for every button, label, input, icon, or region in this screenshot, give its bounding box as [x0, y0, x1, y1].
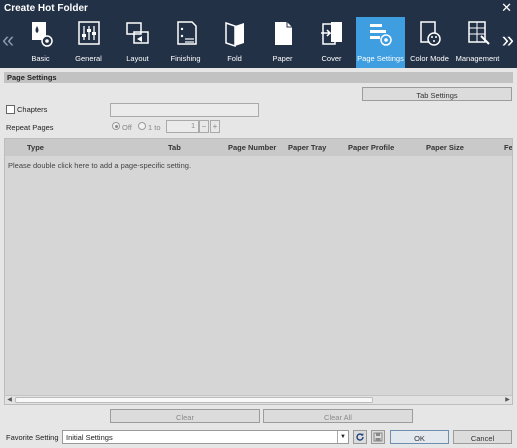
column-header-type[interactable]: Type [27, 143, 44, 152]
general-icon [78, 21, 100, 45]
table-header: Type Tab Page Number Paper Tray Paper Pr… [5, 139, 512, 156]
basic-icon [32, 22, 53, 47]
repeat-off-radio[interactable] [112, 122, 120, 130]
title-bar: Create Hot Folder ✕ [0, 0, 517, 17]
tab-finishing[interactable]: Finishing [161, 17, 210, 68]
increment-button[interactable]: + [210, 120, 220, 133]
column-header-paper-tray[interactable]: Paper Tray [288, 143, 326, 152]
chapters-label: Chapters [17, 105, 48, 114]
cancel-button[interactable]: Cancel [453, 430, 512, 444]
scroll-right-arrow-icon[interactable]: ▶ [503, 396, 512, 404]
window-title: Create Hot Folder [4, 3, 88, 14]
page-settings-icon [370, 24, 392, 46]
repeat-n-radio[interactable] [138, 122, 146, 130]
favorite-setting-select[interactable]: Initial Settings ▼ [62, 430, 349, 444]
chapters-checkbox[interactable] [6, 105, 15, 114]
tab-layout[interactable]: Layout [113, 17, 162, 68]
refresh-button[interactable] [353, 430, 367, 444]
cover-icon [321, 22, 342, 45]
save-button[interactable] [371, 430, 385, 444]
scrollbar-thumb[interactable] [15, 397, 373, 403]
paper-icon [275, 22, 292, 45]
tab-management[interactable]: Management [453, 17, 502, 68]
empty-table-message[interactable]: Please double click here to add a page-s… [8, 161, 191, 170]
chevron-down-icon: ▼ [337, 431, 348, 443]
ok-button[interactable]: OK [390, 430, 449, 444]
section-title: Page Settings [4, 72, 513, 83]
favorite-setting-label: Favorite Setting [6, 433, 59, 442]
settings-toolbar: « Basic General Layout Finishing Fold Pa… [0, 17, 517, 68]
tab-paper[interactable]: Paper [258, 17, 307, 68]
refresh-icon [356, 433, 364, 441]
tab-label: Management [455, 54, 500, 63]
scroll-left-arrow-icon[interactable]: ◀ [5, 396, 14, 404]
scroll-right-icon[interactable]: » [502, 29, 514, 51]
tab-basic[interactable]: Basic [16, 17, 65, 68]
tab-color-mode[interactable]: Color Mode [405, 17, 454, 68]
clear-all-button[interactable]: Clear All [263, 409, 413, 423]
column-header-feed[interactable]: Fe [504, 143, 512, 152]
close-icon[interactable]: ✕ [501, 1, 512, 15]
horizontal-scrollbar[interactable]: ◀ ▶ [5, 395, 512, 404]
layout-icon [126, 22, 149, 44]
tab-page-settings[interactable]: Page Settings [356, 17, 405, 68]
fold-icon [225, 21, 244, 48]
clear-button[interactable]: Clear [110, 409, 260, 423]
column-header-paper-profile[interactable]: Paper Profile [348, 143, 394, 152]
page-settings-table[interactable]: Type Tab Page Number Paper Tray Paper Pr… [4, 138, 513, 405]
favorite-setting-value: Initial Settings [66, 433, 113, 442]
chapters-input[interactable] [110, 103, 259, 117]
scroll-left-icon[interactable]: « [2, 29, 14, 51]
repeat-count-input[interactable]: 1 [166, 120, 199, 133]
color-mode-icon [420, 21, 441, 46]
repeat-pages-label: Repeat Pages [6, 123, 54, 132]
repeat-off-label: Off [122, 123, 132, 132]
column-header-tab[interactable]: Tab [168, 143, 181, 152]
repeat-n-label: 1 to [148, 123, 161, 132]
column-header-paper-size[interactable]: Paper Size [426, 143, 464, 152]
tab-cover[interactable]: Cover [307, 17, 356, 68]
management-icon [468, 21, 490, 45]
column-header-page-number[interactable]: Page Number [228, 143, 276, 152]
decrement-button[interactable]: − [199, 120, 209, 133]
tab-settings-button[interactable]: Tab Settings [362, 87, 512, 101]
tab-fold[interactable]: Fold [210, 17, 259, 68]
finishing-icon [177, 21, 197, 45]
save-icon [373, 432, 383, 442]
tab-general[interactable]: General [64, 17, 113, 68]
